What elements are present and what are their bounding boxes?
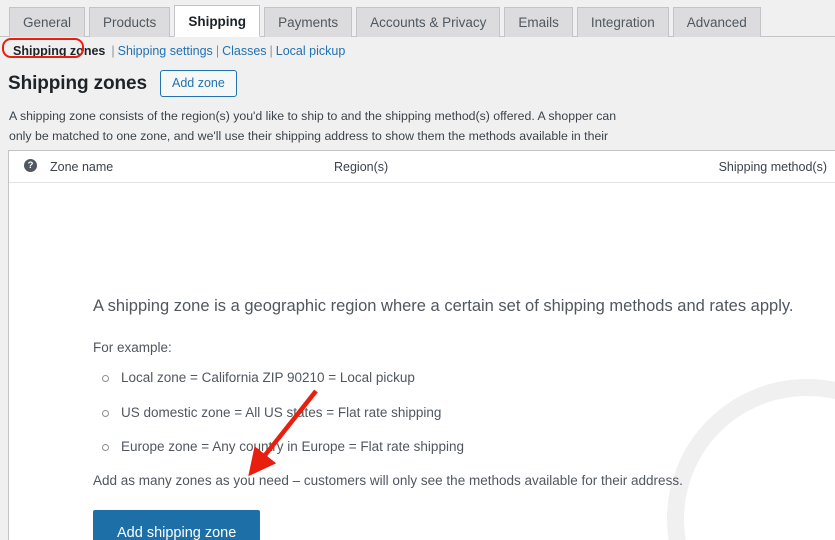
shipping-zones-table-header: ? Zone name Region(s) Shipping method(s) [9, 151, 835, 183]
settings-tab-bar: General Products Shipping Payments Accou… [0, 0, 835, 37]
empty-state-lead: A shipping zone is a geographic region w… [93, 297, 794, 315]
empty-state-subhead: For example: [93, 340, 172, 356]
list-item: US domestic zone = All US states = Flat … [93, 404, 813, 422]
empty-state-example-list: Local zone = California ZIP 90210 = Loca… [93, 369, 813, 456]
page-title: Shipping zones [8, 72, 147, 94]
list-item: Europe zone = Any country in Europe = Fl… [93, 438, 813, 456]
tab-products[interactable]: Products [89, 7, 171, 37]
empty-state-content: A shipping zone is a geographic region w… [93, 295, 813, 540]
subnav-item-shipping-settings[interactable]: Shipping settings [118, 44, 213, 58]
tab-accounts-privacy[interactable]: Accounts & Privacy [356, 7, 501, 37]
tab-emails[interactable]: Emails [504, 7, 573, 37]
tab-general[interactable]: General [9, 7, 86, 37]
subnav-separator-2: | [215, 43, 220, 58]
shipping-subnav: Shipping zones | Shipping settings | Cla… [10, 41, 345, 60]
add-shipping-zone-button[interactable]: Add shipping zone [93, 509, 261, 540]
subnav-separator-1: | [111, 43, 115, 58]
subnav-item-local-pickup[interactable]: Local pickup [276, 44, 346, 58]
subnav-item-classes[interactable]: Classes [222, 44, 266, 58]
column-header-zone-name: Zone name [50, 160, 114, 174]
tab-payments[interactable]: Payments [264, 7, 353, 37]
subnav-item-shipping-zones[interactable]: Shipping zones [10, 43, 108, 59]
page-heading-row: Shipping zones Add zone [8, 70, 237, 98]
column-header-regions: Region(s) [334, 160, 389, 174]
empty-state-footnote: Add as many zones as you need – customer… [93, 472, 683, 488]
sort-help-icon-wrap: ? [24, 159, 37, 172]
shipping-zones-empty-state: A shipping zone is a geographic region w… [9, 183, 835, 540]
tab-advanced[interactable]: Advanced [672, 7, 761, 37]
add-zone-button[interactable]: Add zone [160, 70, 237, 98]
help-icon[interactable]: ? [24, 159, 37, 172]
tab-shipping[interactable]: Shipping [174, 5, 261, 37]
subnav-separator-3: | [269, 43, 273, 58]
list-item: Local zone = California ZIP 90210 = Loca… [93, 369, 813, 387]
shipping-zones-card: ? Zone name Region(s) Shipping method(s)… [8, 150, 835, 540]
column-header-shipping-methods: Shipping method(s) [718, 160, 827, 174]
tab-integration[interactable]: Integration [576, 7, 669, 37]
